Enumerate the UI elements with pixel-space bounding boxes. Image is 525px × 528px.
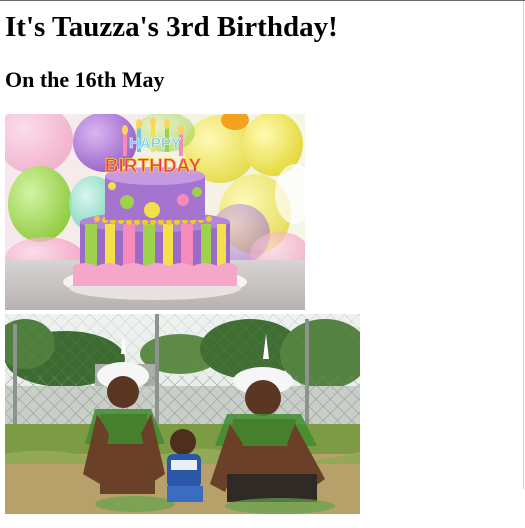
page-subheading: On the 16th May <box>5 67 165 92</box>
children-photo <box>5 314 360 514</box>
top-border <box>0 0 525 1</box>
cake-topper-birthday: BIRTHDAY <box>105 156 202 177</box>
cake-topper-happy: HAPPY <box>129 135 181 152</box>
page-heading: It's Tauzza's 3rd Birthday! <box>5 11 338 43</box>
scrollbar-edge <box>523 1 524 489</box>
birthday-cake-image: HAPPY BIRTHDAY <box>5 114 305 310</box>
